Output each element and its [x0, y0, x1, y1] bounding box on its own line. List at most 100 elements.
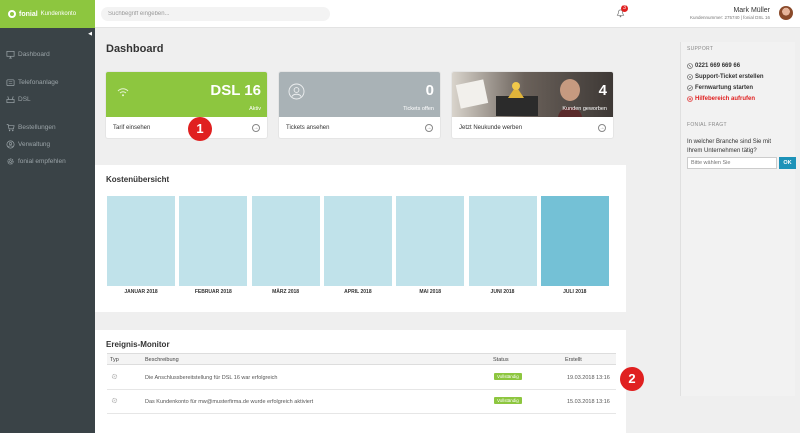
- user-meta: Kundennummer: 275740 | fonial DSL 16: [689, 15, 770, 20]
- cost-bar[interactable]: [323, 196, 392, 286]
- phone-icon: [687, 63, 693, 69]
- annotation-marker-1: 1: [188, 117, 212, 141]
- card-link-label: Jetzt Neukunde werben: [459, 124, 523, 131]
- sidebar-item-label: DSL: [18, 96, 31, 103]
- page-title: Dashboard: [106, 43, 164, 55]
- ok-button[interactable]: OK: [779, 157, 796, 169]
- brand-logo[interactable]: fonial Kundenkonto: [0, 0, 95, 28]
- cost-bar[interactable]: [107, 196, 175, 286]
- status-badge: Vollständig: [494, 397, 522, 404]
- user-icon: [6, 140, 15, 149]
- card-value: 4: [598, 82, 607, 99]
- settings-icon: [111, 397, 118, 404]
- support-phone[interactable]: 0221 669 669 66: [687, 63, 740, 69]
- sidebar-item-dashboard[interactable]: Dashboard: [6, 50, 50, 59]
- question-heading: FONIAL FRAGT: [687, 122, 727, 128]
- remote-support-label: Fernwartung starten: [695, 85, 754, 91]
- card-header: 0 Tickets offen: [279, 72, 440, 117]
- right-panel: SUPPORT 0221 669 669 66 Support-Ticket e…: [680, 42, 796, 396]
- brand-name: fonial: [19, 10, 38, 18]
- sidebar-item-bestellungen[interactable]: Bestellungen: [6, 123, 56, 132]
- notification-badge: 3: [621, 5, 628, 12]
- referral-card: 4 Kunden geworben Jetzt Neukunde werben …: [452, 72, 613, 138]
- help-area-link[interactable]: Hilfebereich aufrufen: [687, 96, 755, 102]
- cost-bar[interactable]: [179, 196, 248, 286]
- cart-icon: [6, 123, 15, 132]
- cost-overview-panel: Kostenübersicht JANUAR 2018 FEBRUAR 2018 M…: [95, 165, 626, 312]
- sidebar: ◀ Dashboard Telefonanlage DSL Bestellung…: [0, 28, 95, 433]
- referral-link[interactable]: Jetzt Neukunde werben →: [452, 117, 613, 138]
- help-circle-icon: [687, 74, 693, 80]
- top-header: fonial Kundenkonto 3 Mark Müller Kundenn…: [0, 0, 800, 28]
- table-row[interactable]: Die Anschlussbereitstellung für DSL 16 w…: [107, 366, 616, 390]
- cost-bar-label: JULI 2018: [563, 289, 587, 295]
- sidebar-item-dsl[interactable]: DSL: [6, 95, 31, 104]
- check-circle-icon: [687, 85, 693, 91]
- cost-bar[interactable]: [540, 196, 609, 286]
- event-created: 19.03.2018 13:16: [567, 375, 610, 381]
- card-caption: Kunden geworben: [562, 106, 607, 112]
- gear-icon: [7, 158, 14, 165]
- sidebar-item-label: Dashboard: [18, 51, 50, 58]
- event-monitor-panel: Ereignis-Monitor Typ Beschreibung Status…: [95, 330, 626, 433]
- arrow-right-icon: →: [425, 123, 433, 132]
- cost-overview-title: Kostenübersicht: [106, 175, 170, 184]
- cost-bar-label: MAI 2018: [419, 289, 442, 295]
- cost-bar-label: FEBRUAR 2018: [194, 289, 232, 295]
- sidebar-item-telefonanlage[interactable]: Telefonanlage: [6, 78, 58, 87]
- tariff-link[interactable]: Tarif einsehen →: [106, 117, 267, 138]
- cost-bar[interactable]: [251, 196, 320, 286]
- user-circle-icon: [288, 83, 305, 100]
- cost-bar[interactable]: [468, 196, 537, 286]
- column-header-status: Status: [493, 357, 509, 363]
- card-link-label: Tickets ansehen: [286, 124, 330, 131]
- sidebar-item-label: Telefonanlage: [18, 79, 59, 86]
- support-phone-number: 0221 669 669 66: [695, 63, 741, 69]
- user-menu[interactable]: Mark Müller Kundennummer: 275740 | fonia…: [690, 7, 770, 20]
- lifebuoy-icon: [687, 96, 693, 102]
- card-value: DSL 16: [210, 82, 261, 99]
- status-badge: Vollständig: [494, 373, 522, 380]
- card-link-label: Tarif einsehen: [113, 124, 151, 131]
- table-row[interactable]: Das Kundenkonto für mw@musterfirma.de wu…: [107, 390, 616, 414]
- sidebar-item-label: Bestellungen: [18, 124, 56, 131]
- phone-icon: [6, 79, 15, 87]
- arrow-right-icon: →: [252, 123, 260, 132]
- card-caption: Aktiv: [249, 106, 261, 112]
- cost-bar-label: JANUAR 2018: [124, 289, 158, 295]
- column-header-type: Typ: [110, 357, 119, 363]
- wifi-icon: [117, 88, 129, 97]
- tickets-link[interactable]: Tickets ansehen →: [279, 117, 440, 138]
- cost-bar[interactable]: [396, 196, 465, 286]
- sidebar-item-verwaltung[interactable]: Verwaltung: [6, 140, 50, 149]
- column-header-created: Erstellt: [565, 357, 582, 363]
- event-description: Die Anschlussbereitstellung für DSL 16 w…: [145, 375, 278, 381]
- cost-bar-label: MÄRZ 2018: [272, 289, 300, 295]
- help-area-label: Hilfebereich aufrufen: [695, 96, 756, 102]
- router-icon: [6, 96, 15, 104]
- cost-bar-label: APRIL 2018: [344, 289, 372, 295]
- avatar[interactable]: [779, 6, 793, 20]
- collapse-sidebar-icon[interactable]: ◀: [88, 31, 92, 37]
- support-ticket-label: Support-Ticket erstellen: [695, 74, 764, 80]
- arrow-right-icon: →: [598, 123, 606, 132]
- sidebar-item-empfehlen[interactable]: fonial empfehlen: [6, 157, 66, 166]
- sidebar-item-label: Verwaltung: [18, 141, 51, 148]
- card-header: DSL 16 Aktiv: [106, 72, 267, 117]
- event-created: 15.03.2018 13:16: [567, 399, 610, 405]
- card-caption: Tickets offen: [403, 106, 434, 112]
- event-monitor-title: Ereignis-Monitor: [106, 340, 170, 349]
- desktop-icon: [6, 50, 15, 59]
- column-header-description: Beschreibung: [145, 357, 179, 363]
- cost-bar-label: JUNI 2018: [490, 289, 515, 295]
- support-ticket-link[interactable]: Support-Ticket erstellen: [687, 74, 764, 80]
- event-table-header: Typ Beschreibung Status Erstellt: [107, 353, 616, 365]
- remote-support-link[interactable]: Fernwartung starten: [687, 85, 753, 91]
- industry-select[interactable]: [687, 157, 777, 169]
- search-input[interactable]: [101, 7, 330, 21]
- question-text: In welcher Branche sind Sie mit Ihrem Un…: [687, 139, 772, 154]
- tariff-card: DSL 16 Aktiv Tarif einsehen →: [106, 72, 267, 138]
- tickets-card: 0 Tickets offen Tickets ansehen →: [279, 72, 440, 138]
- user-name: Mark Müller: [733, 7, 770, 14]
- brand-product: Kundenkonto: [40, 11, 77, 17]
